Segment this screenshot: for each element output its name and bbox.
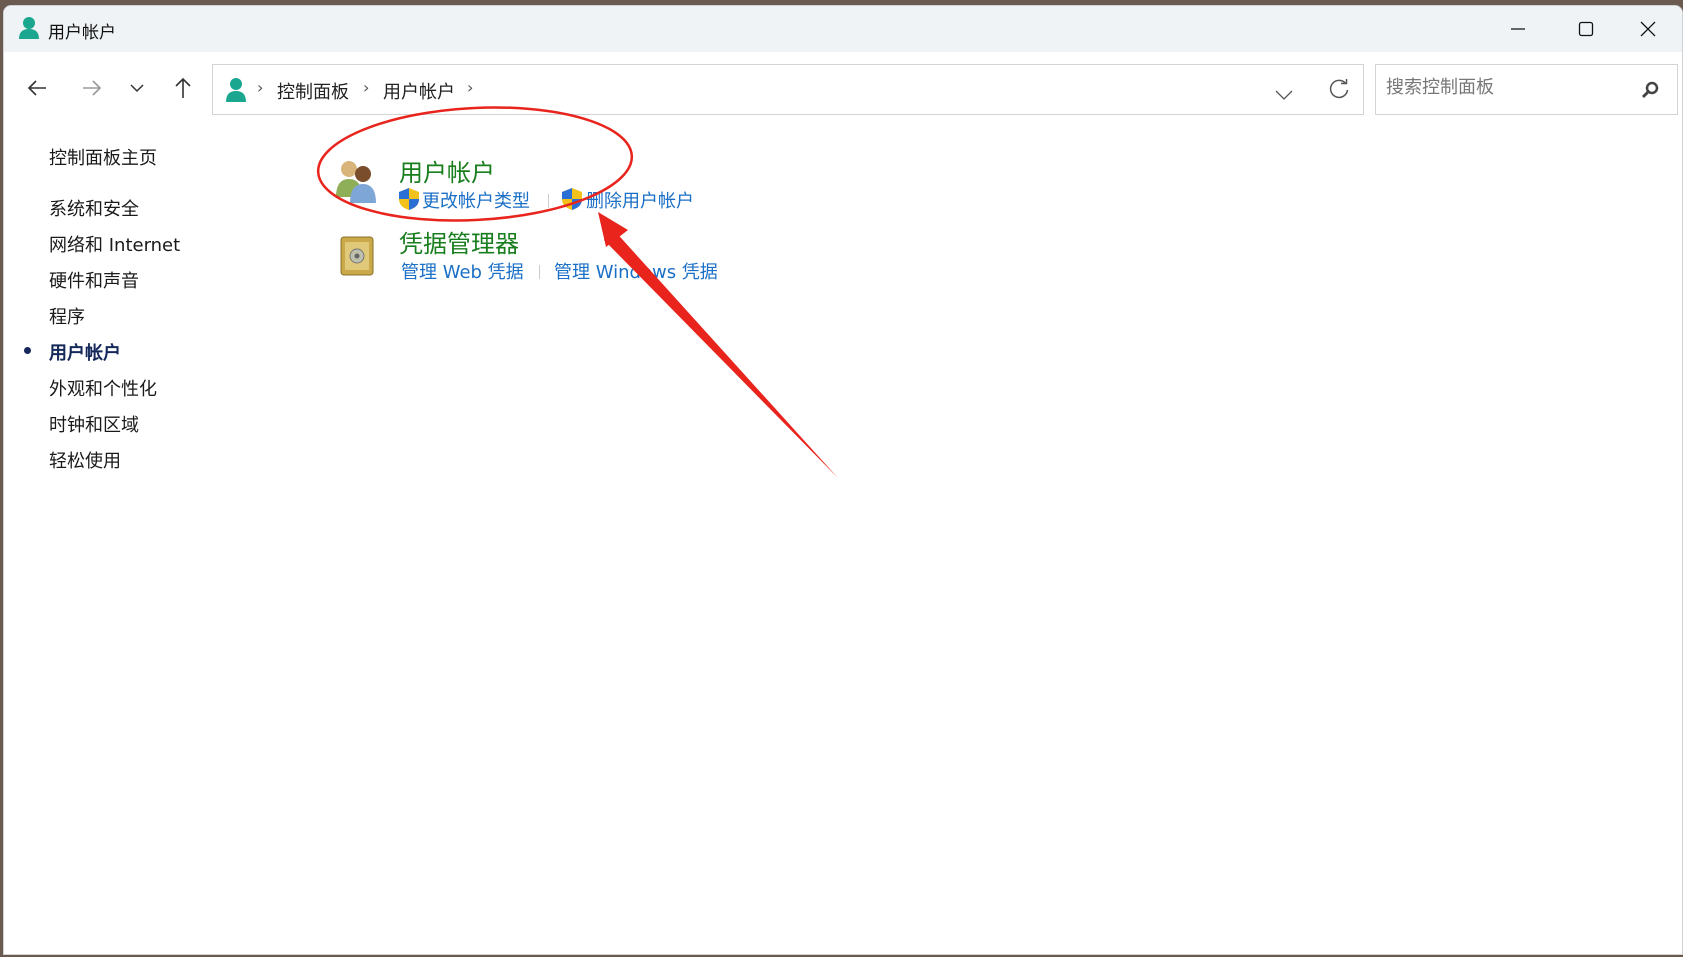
uac-shield-icon <box>398 187 420 215</box>
breadcrumb-control-panel[interactable]: 控制面板 <box>277 78 349 104</box>
manage-web-credentials-link[interactable]: 管理 Web 凭据 <box>401 258 524 284</box>
minimize-button[interactable] <box>1484 6 1552 52</box>
sidebar-item-control-panel-home[interactable]: 控制面板主页 <box>49 144 157 170</box>
back-arrow-icon <box>27 80 46 96</box>
current-item-bullet <box>24 347 31 354</box>
search-icon[interactable] <box>1641 81 1659 103</box>
uac-shield-icon <box>561 187 583 215</box>
navigation-bar: › 控制面板 › 用户帐户 › <box>4 61 1682 117</box>
breadcrumb-user-accounts[interactable]: 用户帐户 <box>383 78 455 104</box>
link-divider <box>548 194 549 208</box>
sidebar-item-network-internet[interactable]: 网络和 Internet <box>49 231 180 257</box>
address-bar[interactable]: › 控制面板 › 用户帐户 › <box>212 64 1364 115</box>
link-divider <box>539 265 540 279</box>
maximize-icon <box>1578 21 1594 37</box>
sidebar-item-user-accounts[interactable]: 用户帐户 <box>49 339 121 365</box>
sidebar-item-hardware-sound[interactable]: 硬件和声音 <box>49 267 139 293</box>
address-history-chevron-icon[interactable] <box>1275 85 1293 104</box>
user-icon <box>225 77 247 107</box>
user-icon <box>18 16 40 44</box>
up-arrow-icon <box>175 77 191 98</box>
breadcrumb-separator-icon[interactable]: › <box>467 78 473 97</box>
sidebar-item-appearance[interactable]: 外观和个性化 <box>49 375 157 401</box>
title-bar: 用户帐户 <box>4 6 1682 52</box>
credential-manager-title-link[interactable]: 凭据管理器 <box>399 224 519 259</box>
up-button[interactable] <box>166 73 200 103</box>
back-button[interactable] <box>20 73 54 103</box>
control-panel-window: 用户帐户 › 控制面板 › 用户帐户 › 控制面板主页 系统和安全 网络和 In… <box>3 5 1683 955</box>
search-input[interactable] <box>1386 77 1626 98</box>
breadcrumb-separator-icon: › <box>257 78 264 97</box>
forward-button[interactable] <box>75 73 109 103</box>
change-account-type-link[interactable]: 更改帐户类型 <box>422 187 530 213</box>
sidebar-item-ease-of-access[interactable]: 轻松使用 <box>49 447 121 473</box>
user-accounts-title-link[interactable]: 用户帐户 <box>399 153 495 188</box>
chevron-down-icon <box>130 84 144 93</box>
search-box <box>1375 64 1678 115</box>
recent-locations-button[interactable] <box>120 73 154 103</box>
sidebar-item-system-security[interactable]: 系统和安全 <box>49 195 139 221</box>
minimize-icon <box>1511 28 1525 30</box>
user-accounts-icon[interactable] <box>332 155 382 209</box>
maximize-button[interactable] <box>1552 6 1620 52</box>
close-button[interactable] <box>1614 6 1682 52</box>
refresh-icon[interactable] <box>1328 78 1350 105</box>
close-icon <box>1640 21 1656 37</box>
credential-manager-icon[interactable] <box>338 233 378 283</box>
delete-user-account-link[interactable]: 删除用户帐户 <box>586 187 694 213</box>
breadcrumb-separator-icon[interactable]: › <box>363 78 369 97</box>
window-title: 用户帐户 <box>48 23 116 43</box>
sidebar-item-clock-region[interactable]: 时钟和区域 <box>49 411 139 437</box>
forward-arrow-icon <box>83 80 102 96</box>
manage-windows-credentials-link[interactable]: 管理 Windows 凭据 <box>554 258 718 284</box>
sidebar-item-programs[interactable]: 程序 <box>49 303 85 329</box>
